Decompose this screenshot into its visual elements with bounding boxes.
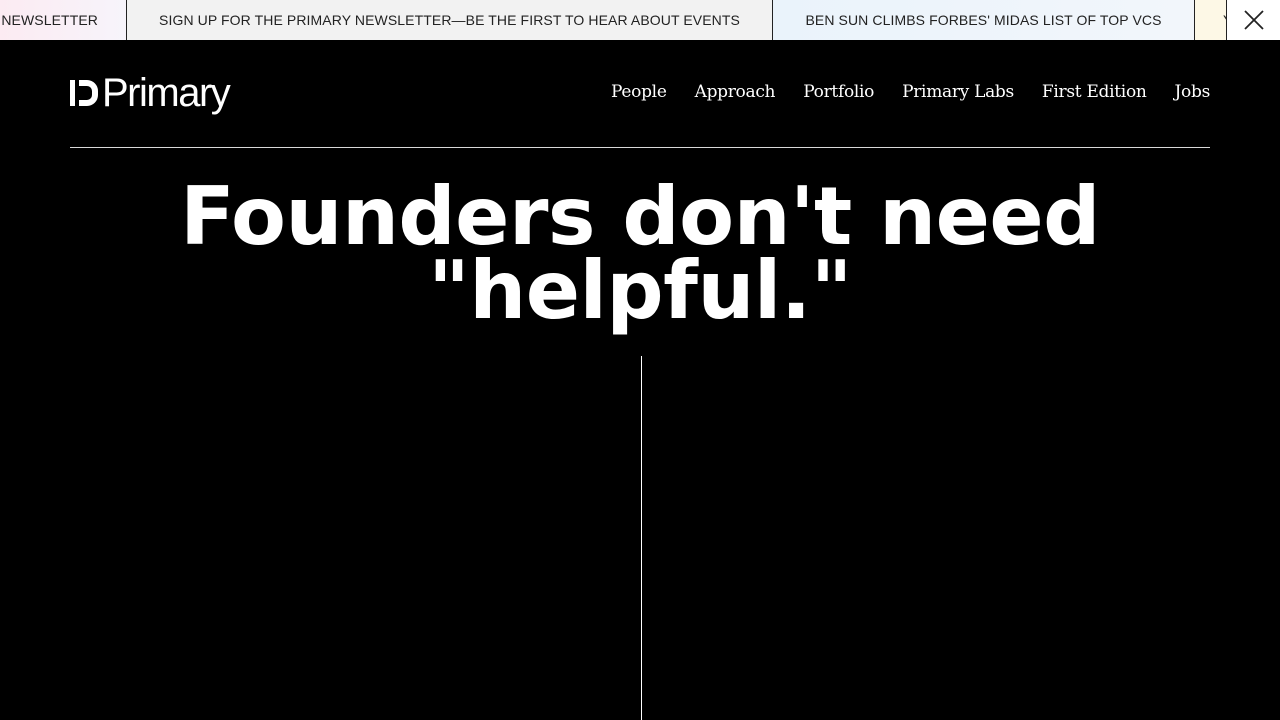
ticker-item-newsletter[interactable]: NEWSLETTER [0, 0, 127, 40]
nav-item-primary-labs[interactable]: Primary Labs [902, 81, 1014, 103]
main-nav: People Approach Portfolio Primary Labs F… [611, 81, 1210, 103]
nav-item-portfolio[interactable]: Portfolio [803, 81, 874, 103]
ticker-item-signup[interactable]: SIGN UP FOR THE PRIMARY NEWSLETTER—BE TH… [127, 0, 773, 40]
announcement-ticker: NEWSLETTER SIGN UP FOR THE PRIMARY NEWSL… [0, 0, 1280, 40]
site-header: Primary People Approach Portfolio Primar… [70, 40, 1210, 148]
nav-item-approach[interactable]: Approach [695, 81, 776, 103]
close-icon [1243, 10, 1264, 30]
hero-headline: Founders don't need "helpful." [0, 170, 1280, 337]
primary-logo-icon [70, 80, 98, 106]
vertical-divider [641, 356, 642, 720]
hero-line-1: Founders don't need [180, 170, 1100, 263]
hero-line-2: "helpful." [428, 244, 852, 337]
close-ticker-button[interactable] [1226, 0, 1280, 40]
nav-item-jobs[interactable]: Jobs [1175, 81, 1211, 103]
logo-wordmark: Primary [102, 71, 231, 115]
nav-item-people[interactable]: People [611, 81, 667, 103]
ticker-item-midas[interactable]: BEN SUN CLIMBS FORBES' MIDAS LIST OF TOP… [773, 0, 1195, 40]
logo-link[interactable]: Primary [70, 71, 231, 115]
nav-item-first-edition[interactable]: First Edition [1042, 81, 1147, 103]
